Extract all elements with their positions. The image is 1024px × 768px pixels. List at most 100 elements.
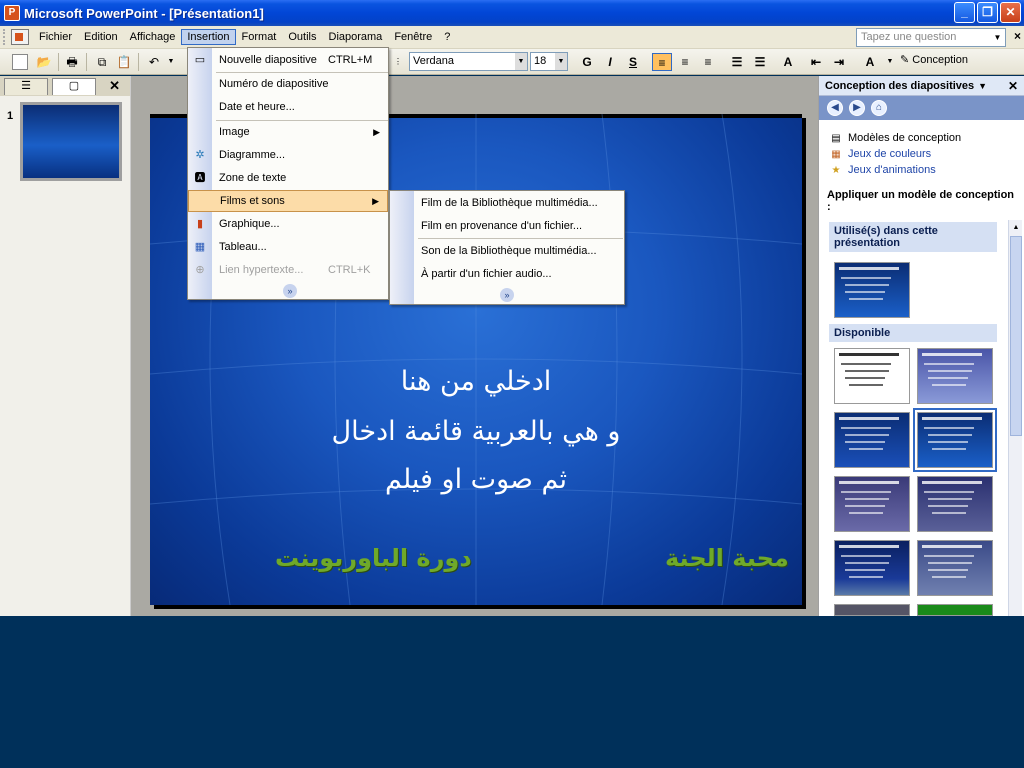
align-right-icon[interactable]: ≡ xyxy=(698,53,718,71)
copy-icon[interactable]: ⧉ xyxy=(94,54,110,70)
template-thumbnail[interactable] xyxy=(834,348,910,404)
menu-affichage[interactable]: Affichage xyxy=(124,29,182,45)
new-document-icon[interactable] xyxy=(12,54,28,70)
align-center-icon[interactable]: ≡ xyxy=(675,53,695,71)
menu-item-label: Nouvelle diapositive xyxy=(219,54,317,66)
outline-tab-icon[interactable]: ☰ xyxy=(4,78,48,95)
font-color-icon[interactable]: A xyxy=(860,53,880,71)
bullets-icon[interactable]: ☰ xyxy=(750,53,770,71)
decrease-indent-icon[interactable]: ⇤ xyxy=(806,53,826,71)
menu-item-shortcut: CTRL+K xyxy=(328,264,371,276)
menu-item-tableau[interactable]: ▦ Tableau... xyxy=(188,236,388,258)
italic-button[interactable]: I xyxy=(600,53,620,71)
menu-fenetre[interactable]: Fenêtre xyxy=(388,29,438,45)
conception-button[interactable]: ✎ Conception xyxy=(900,53,968,66)
increase-font-icon[interactable]: A xyxy=(778,53,798,71)
align-left-icon[interactable]: ≡ xyxy=(652,53,672,71)
expand-menu-icon[interactable]: » xyxy=(283,284,297,298)
new-slide-icon: ▭ xyxy=(194,54,206,66)
link-jeux-couleurs[interactable]: ▦ Jeux de couleurs xyxy=(829,148,931,160)
increase-indent-icon[interactable]: ⇥ xyxy=(829,53,849,71)
menubar-grip[interactable] xyxy=(3,29,7,45)
animation-schemes-icon: ★ xyxy=(831,165,841,176)
toolbar: 📂 🖶 ⧉ 📋 ↶ ▼ ⋮ Verdana ▼ 18 ▼ G I S ≡ ≡ ≡… xyxy=(0,49,1024,75)
font-size-select[interactable]: 18 ▼ xyxy=(530,52,568,71)
desktop-background xyxy=(0,616,1024,768)
submenu-item-son-bibliotheque[interactable]: Son de la Bibliothèque multimédia... xyxy=(390,240,624,262)
chevron-down-icon[interactable]: ▼ xyxy=(991,30,1004,45)
ask-question-input[interactable]: Tapez une question ▼ xyxy=(856,28,1006,47)
chevron-down-icon[interactable]: ▼ xyxy=(880,53,900,71)
menu-item-nouvelle-diapositive[interactable]: ▭ Nouvelle diapositive CTRL+M xyxy=(188,49,388,71)
template-thumbnail[interactable] xyxy=(917,604,993,616)
task-pane-scrollbar[interactable]: ▲ xyxy=(1008,220,1022,616)
close-icon[interactable]: ✕ xyxy=(1008,79,1018,93)
submenu-item-film-fichier[interactable]: Film en provenance d'un fichier... xyxy=(390,215,624,237)
scrollbar-thumb[interactable] xyxy=(1010,236,1022,436)
task-pane-header: Conception des diapositives ▼ ✕ xyxy=(819,76,1024,96)
font-name-select[interactable]: Verdana ▼ xyxy=(409,52,528,71)
menu-fichier[interactable]: Fichier xyxy=(33,29,78,45)
numbering-icon[interactable]: ☰ xyxy=(727,53,747,71)
menu-item-zone-de-texte[interactable]: 🅰 Zone de texte xyxy=(188,167,388,189)
chevron-down-icon[interactable]: ▼ xyxy=(555,53,567,70)
pane-tabs: ☰ ▢ ✕ xyxy=(0,76,130,96)
menu-item-numero-diapositive[interactable]: Numéro de diapositive xyxy=(188,73,388,95)
menu-format[interactable]: Format xyxy=(236,29,283,45)
forward-icon[interactable]: ▶ xyxy=(849,100,865,116)
template-thumbnail[interactable] xyxy=(834,476,910,532)
template-thumbnail[interactable] xyxy=(834,262,910,318)
minimize-button[interactable]: _ xyxy=(954,2,975,23)
print-icon[interactable]: 🖶 xyxy=(64,54,80,70)
open-icon[interactable]: 📂 xyxy=(36,54,52,70)
close-icon[interactable]: ✕ xyxy=(109,78,120,94)
template-thumbnail[interactable] xyxy=(917,476,993,532)
link-jeux-animations[interactable]: ★ Jeux d'animations xyxy=(829,164,936,176)
slide-footer-left[interactable]: دورة الباوربوينت xyxy=(275,544,472,572)
document-menu-icon[interactable] xyxy=(11,29,29,45)
paste-icon[interactable]: 📋 xyxy=(116,54,132,70)
menu-item-diagramme[interactable]: ✲ Diagramme... xyxy=(188,144,388,166)
link-modeles-conception[interactable]: ▤ Modèles de conception xyxy=(829,132,961,144)
submenu-item-fichier-audio[interactable]: À partir d'un fichier audio... xyxy=(390,263,624,285)
slide-text-line-1[interactable]: ادخلي من هنا xyxy=(150,366,802,397)
menu-item-films-et-sons[interactable]: Films et sons ▶ xyxy=(188,190,388,212)
template-thumbnail[interactable] xyxy=(834,540,910,596)
font-name-value: Verdana xyxy=(413,55,454,67)
template-thumbnail-selected[interactable] xyxy=(913,408,997,472)
slide-thumbnail[interactable] xyxy=(20,102,122,181)
template-thumbnail[interactable] xyxy=(917,540,993,596)
template-thumbnail[interactable] xyxy=(917,348,993,404)
undo-icon[interactable]: ↶ xyxy=(146,54,162,70)
toolbar-separator xyxy=(86,53,87,71)
menu-item-graphique[interactable]: ▮ Graphique... xyxy=(188,213,388,235)
template-thumbnail[interactable] xyxy=(834,604,910,616)
undo-dropdown-icon[interactable]: ▼ xyxy=(163,54,179,70)
menu-help[interactable]: ? xyxy=(438,29,456,45)
apply-template-heading: Appliquer un modèle de conception : xyxy=(827,189,1015,213)
close-button[interactable]: ✕ xyxy=(1000,2,1021,23)
close-document-button[interactable]: × xyxy=(1014,29,1021,43)
scroll-up-icon[interactable]: ▲ xyxy=(1010,221,1022,234)
menu-diaporama[interactable]: Diaporama xyxy=(323,29,389,45)
slide-text-line-3[interactable]: ثم صوت او فيلم xyxy=(150,464,802,495)
slide-footer-right[interactable]: محبة الجنة xyxy=(665,544,789,572)
chevron-down-icon[interactable]: ▼ xyxy=(978,81,987,91)
menu-item-date-heure[interactable]: Date et heure... xyxy=(188,96,388,118)
slide-text-line-2[interactable]: و هي بالعربية قائمة ادخال xyxy=(150,416,802,447)
menu-item-image[interactable]: Image ▶ xyxy=(188,121,388,143)
menu-outils[interactable]: Outils xyxy=(282,29,322,45)
expand-menu-icon[interactable]: » xyxy=(500,288,514,302)
home-icon[interactable]: ⌂ xyxy=(871,100,887,116)
back-icon[interactable]: ◀ xyxy=(827,100,843,116)
restore-button[interactable]: ❐ xyxy=(977,2,998,23)
bold-button[interactable]: G xyxy=(577,53,597,71)
template-thumbnail[interactable] xyxy=(834,412,910,468)
toolbar-overflow-icon[interactable]: ⋮ xyxy=(390,54,406,70)
slides-tab-icon[interactable]: ▢ xyxy=(52,78,96,95)
menu-edition[interactable]: Edition xyxy=(78,29,124,45)
shadow-button[interactable]: S xyxy=(623,53,643,71)
menu-insertion[interactable]: Insertion xyxy=(181,29,236,45)
submenu-item-film-bibliotheque[interactable]: Film de la Bibliothèque multimédia... xyxy=(390,192,624,214)
chevron-down-icon[interactable]: ▼ xyxy=(515,53,527,70)
